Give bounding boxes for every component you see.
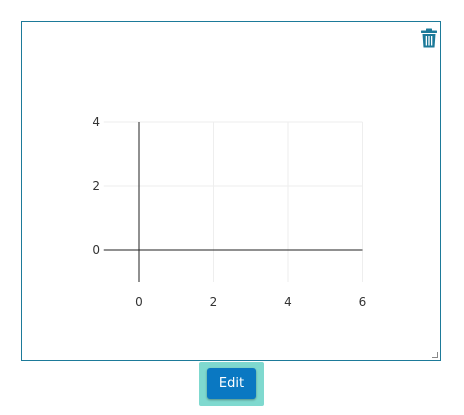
chart-plot: 0 2 4 6 0 2 4 <box>92 115 366 309</box>
y-tick-label: 2 <box>92 179 100 193</box>
resize-handle-icon[interactable] <box>432 352 438 358</box>
edit-button[interactable]: Edit <box>207 368 256 399</box>
chart-grid <box>103 121 363 282</box>
chart-axes <box>103 122 363 282</box>
y-tick-label: 4 <box>92 115 100 129</box>
y-tick-label: 0 <box>92 243 100 257</box>
edit-button-focus-ring: Edit <box>199 362 264 406</box>
x-tick-label: 0 <box>135 295 143 309</box>
chart-tick-labels: 0 2 4 6 0 2 4 <box>92 115 366 309</box>
x-tick-label: 4 <box>284 295 292 309</box>
x-tick-label: 6 <box>359 295 367 309</box>
x-tick-label: 2 <box>210 295 218 309</box>
